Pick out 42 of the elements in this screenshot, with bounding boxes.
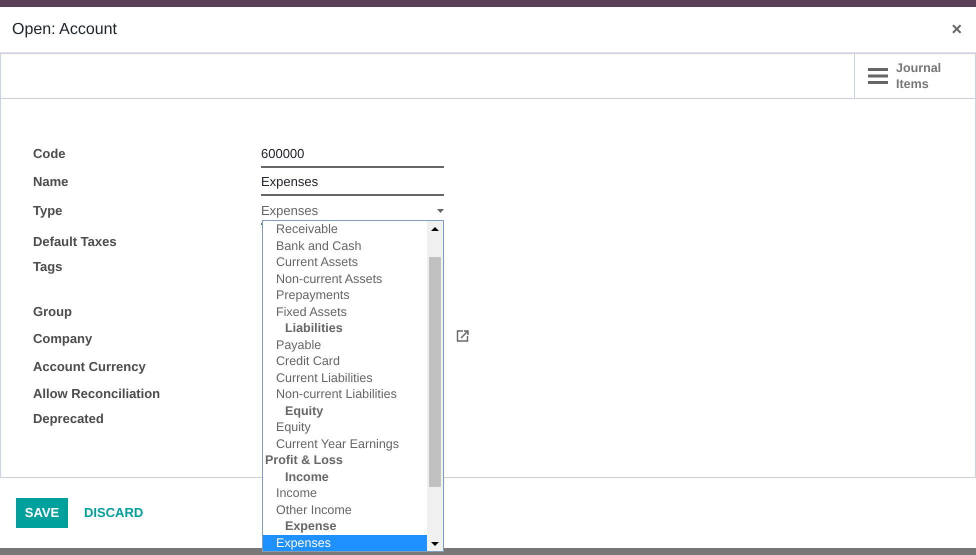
menu-icon	[868, 68, 888, 84]
scroll-up-icon[interactable]	[431, 227, 439, 231]
dropdown-option[interactable]: Expenses	[263, 534, 427, 551]
field-label: Account Currency	[33, 358, 147, 376]
field-label: Allow Reconciliation	[33, 385, 162, 403]
caret-icon	[437, 208, 444, 213]
option-group-header: Expense	[284, 518, 338, 534]
option-group-header: Profit & Loss	[264, 452, 344, 468]
dropdown-option[interactable]: Income	[263, 485, 427, 502]
dropdown-option[interactable]: Current Liabilities	[263, 370, 427, 386]
discard-button[interactable]: DISCARD	[84, 503, 144, 523]
dropdown-option[interactable]: Prepayments	[263, 287, 427, 304]
dropdown-option[interactable]: Credit Card	[263, 353, 427, 370]
dropdown-option[interactable]: Payable	[263, 336, 427, 353]
dropdown-option[interactable]: Bank and Cash	[263, 238, 427, 254]
field-label: Company	[33, 330, 94, 348]
scroll-down-icon[interactable]	[431, 542, 439, 546]
scrollbar[interactable]	[427, 221, 443, 551]
field-label: Tags	[33, 258, 64, 276]
close-button[interactable]: ×	[951, 16, 962, 43]
dropdown-option[interactable]: Fixed Assets	[263, 304, 427, 320]
field-label: Code	[33, 145, 66, 163]
dropdown-option[interactable]: Other Income	[263, 502, 427, 518]
dropdown-option[interactable]: Current Assets	[263, 254, 427, 270]
dialog-title: Open: Account	[12, 20, 117, 40]
field-label: Default Taxes	[33, 233, 118, 251]
text-field[interactable]: Expenses	[261, 172, 444, 196]
text-field[interactable]: 600000	[261, 144, 444, 168]
field-label: Deprecated	[33, 410, 105, 428]
scrollbar-thumb[interactable]	[429, 257, 441, 487]
field-label: Group	[33, 303, 73, 321]
field-label: Type	[33, 202, 64, 220]
dropdown-option[interactable]: Non-current Assets	[263, 270, 427, 287]
dropdown-option[interactable]: Non-current Liabilities	[263, 386, 427, 402]
option-group-header: Income	[284, 468, 330, 485]
save-button[interactable]: SAVE	[16, 498, 68, 528]
external-link-icon[interactable]	[456, 330, 469, 342]
option-group-header: Liabilities	[284, 320, 344, 336]
dropdown-option[interactable]: Equity	[263, 419, 427, 436]
option-group-header: Equity	[284, 402, 324, 419]
field-label: Name	[33, 173, 70, 191]
dropdown-option[interactable]: Current Year Earnings	[263, 436, 427, 452]
